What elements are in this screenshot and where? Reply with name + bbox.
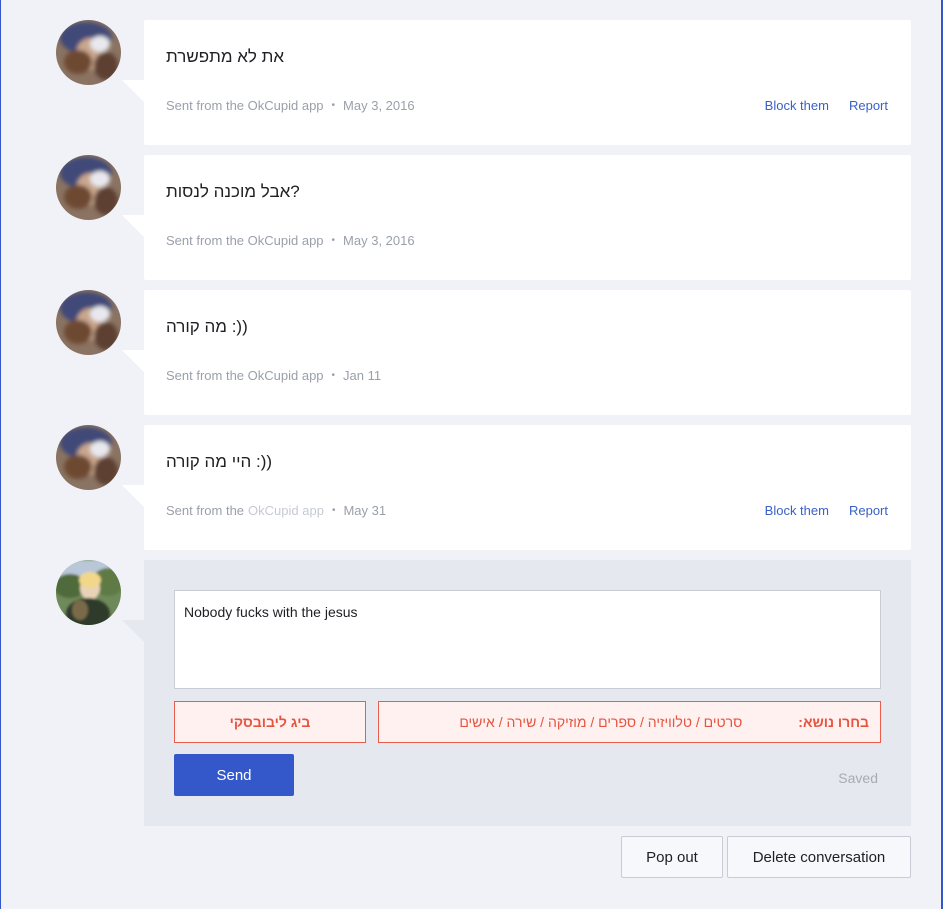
message-text: מה קורה :)) [166,317,248,336]
message-source: Sent from the [166,503,245,518]
delete-conversation-button[interactable]: Delete conversation [727,836,911,878]
pop-out-button[interactable]: Pop out [621,836,723,878]
message-meta: Sent from the OkCupid app • May 3, 2016 [166,233,415,248]
send-button[interactable]: Send [174,754,294,796]
message-meta: Sent from the OkCupid app • May 31 [166,503,386,518]
message-date: May 3, 2016 [343,233,415,248]
topic-selector[interactable]: בחרו נושא: סרטים / טלוויזיה / ספרים / מו… [378,701,881,743]
meta-separator: • [331,370,336,381]
message-bubble: מה קורה :)) Sent from the OkCupid app • … [144,290,911,415]
block-them-link[interactable]: Block them [765,98,829,113]
compose-pointer [122,620,146,644]
sender-avatar[interactable] [56,155,121,220]
message-text: היי מה קורה :)) [166,452,273,471]
window-border-left [0,0,1,909]
bubble-pointer [122,485,146,509]
message-date: May 31 [343,503,387,518]
bubble-pointer [122,80,146,104]
report-link[interactable]: Report [849,98,888,113]
message-meta: Sent from the OkCupid app • May 3, 2016 [166,98,415,113]
sender-avatar[interactable] [56,20,121,85]
message-bubble: אבל מוכנה לנסות? Sent from the OkCupid a… [144,155,911,280]
message-source: Sent from the OkCupid app [166,233,324,248]
message-actions: Block them Report [765,98,888,113]
report-link[interactable]: Report [849,503,888,518]
compose-panel: Nobody fucks with the jesus ביג ליבובסקי… [144,560,911,826]
bubble-pointer [122,350,146,374]
block-them-link[interactable]: Block them [765,503,829,518]
topic-label: בחרו נושא: [798,714,869,730]
bubble-pointer [122,215,146,239]
message-source: Sent from the OkCupid app [166,368,324,383]
message-meta: Sent from the OkCupid app • Jan 11 [166,368,381,383]
message-text: אבל מוכנה לנסות? [166,182,300,201]
topic-categories[interactable]: סרטים / טלוויזיה / ספרים / מוזיקה / שירה… [459,714,742,730]
meta-separator: • [331,505,336,516]
message-input[interactable]: Nobody fucks with the jesus [174,590,881,689]
topic-suggestion-button[interactable]: ביג ליבובסקי [174,701,366,743]
draft-status: Saved [838,770,878,786]
message-actions: Block them Report [765,503,888,518]
message-bubble: את לא מתפשרת Sent from the OkCupid app •… [144,20,911,145]
sender-avatar[interactable] [56,290,121,355]
meta-separator: • [331,235,336,246]
message-source-app: OkCupid app [248,503,324,518]
my-avatar[interactable] [56,560,121,625]
sender-avatar[interactable] [56,425,121,490]
message-bubble: היי מה קורה :)) Sent from the OkCupid ap… [144,425,911,550]
message-date: May 3, 2016 [343,98,415,113]
message-text: את לא מתפשרת [166,47,285,66]
message-source: Sent from the OkCupid app [166,98,324,113]
meta-separator: • [331,100,336,111]
message-date: Jan 11 [343,368,382,383]
